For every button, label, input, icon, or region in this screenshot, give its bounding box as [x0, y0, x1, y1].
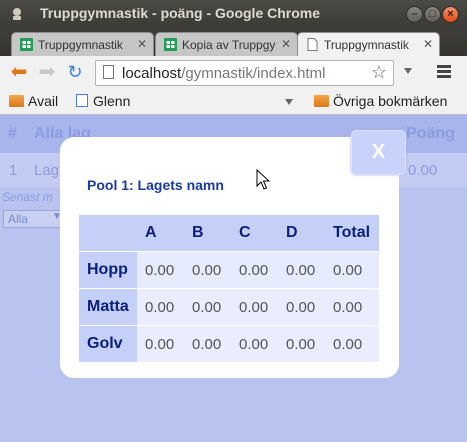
score-cell: 0.00: [278, 251, 325, 289]
col-hash: #: [8, 125, 17, 142]
total-cell: 0.00: [325, 325, 379, 362]
score-cell: 0.00: [278, 288, 325, 326]
tab-truppgymnastik-sheet[interactable]: Truppgymnastik ✕: [11, 32, 154, 57]
filter-select[interactable]: Alla ▼: [3, 210, 63, 228]
page-icon: [76, 94, 88, 107]
bookmark-star-icon[interactable]: ☆: [371, 62, 387, 83]
folder-icon: [314, 95, 329, 107]
score-cell: 0.00: [184, 288, 231, 326]
tab-label: Truppgymnastik: [324, 38, 409, 52]
score-cell: 0.00: [278, 325, 325, 362]
reload-icon[interactable]: ↻: [64, 61, 86, 83]
back-icon[interactable]: ⬅: [8, 61, 30, 83]
bookmark-avail[interactable]: Avail: [9, 93, 58, 109]
address-bar[interactable]: localhost/gymnastik/index.html ☆: [95, 60, 394, 86]
total-cell: 0.00: [325, 288, 379, 326]
bookmark-glenn[interactable]: Glenn: [76, 93, 130, 109]
window-titlebar: Truppgymnastik - poäng - Google Chrome –…: [0, 0, 467, 28]
forward-icon[interactable]: ➡: [36, 61, 58, 83]
score-cell: 0.00: [231, 251, 278, 289]
browser-toolbar: ⬅ ➡ ↻ localhost/gymnastik/index.html ☆: [0, 56, 467, 89]
folder-icon: [9, 95, 24, 107]
mouse-cursor-icon: [256, 169, 270, 190]
row-label-hopp: Hopp: [79, 251, 137, 289]
close-modal-button[interactable]: X: [351, 130, 406, 175]
page-icon: [103, 65, 114, 79]
sheets-icon: [164, 38, 177, 51]
tab-label: Kopia av Truppgy: [182, 38, 276, 52]
score-cell: 0.00: [184, 325, 231, 362]
score-cell: 0.00: [137, 325, 184, 362]
score-cell: 0.00: [137, 288, 184, 326]
chevron-down-icon[interactable]: [285, 99, 293, 105]
bookmark-other[interactable]: Övriga bokmärken: [314, 93, 447, 109]
close-window-button[interactable]: ×: [442, 6, 459, 23]
close-tab-icon[interactable]: ✕: [137, 37, 147, 51]
row-team: Lag: [34, 162, 60, 179]
tab-strip: Truppgymnastik ✕ Kopia av Truppgy ✕ Trup…: [0, 28, 467, 78]
page-icon: [307, 38, 318, 51]
minimize-button[interactable]: –: [406, 6, 423, 23]
modal-title: Pool 1: Lagets namn: [87, 177, 224, 193]
header-corner: [79, 215, 137, 252]
bookmarks-bar: Avail Glenn Övriga bokmärken: [0, 88, 467, 115]
sheets-icon: [20, 38, 33, 51]
window-title: Truppgymnastik - poäng - Google Chrome: [40, 5, 321, 21]
table-row: Matta 0.00 0.00 0.00 0.00 0.00: [79, 288, 379, 326]
score-table-header: A B C D Total: [79, 215, 379, 252]
header-total: Total: [325, 215, 379, 252]
tab-truppgymnastik-active[interactable]: Truppgymnastik ✕: [297, 32, 440, 58]
last-updated: Senast m: [2, 190, 53, 204]
menu-icon[interactable]: [437, 65, 451, 79]
header-b: B: [184, 215, 231, 252]
total-cell: 0.00: [325, 251, 379, 289]
score-cell: 0.00: [137, 251, 184, 289]
table-row: Golv 0.00 0.00 0.00 0.00 0.00: [79, 325, 379, 362]
row-label-golv: Golv: [79, 325, 137, 362]
row-points: 0.00: [408, 162, 438, 179]
col-points: Poäng: [406, 125, 455, 142]
row-number: 1: [9, 162, 18, 179]
close-tab-icon[interactable]: ✕: [281, 37, 291, 51]
url-text: localhost/gymnastik/index.html: [122, 65, 326, 82]
app-icon: [13, 8, 21, 20]
header-c: C: [231, 215, 278, 252]
score-cell: 0.00: [231, 288, 278, 326]
maximize-button[interactable]: □: [424, 6, 441, 23]
tab-label: Truppgymnastik: [38, 38, 123, 52]
header-d: D: [278, 215, 325, 252]
row-label-matta: Matta: [79, 288, 137, 326]
tab-kopia[interactable]: Kopia av Truppgy ✕: [155, 32, 298, 57]
score-cell: 0.00: [184, 251, 231, 289]
header-a: A: [137, 215, 184, 252]
chevron-down-icon[interactable]: [404, 68, 412, 74]
score-cell: 0.00: [231, 325, 278, 362]
close-tab-icon[interactable]: ✕: [423, 37, 433, 51]
score-table: A B C D Total Hopp 0.00 0.00 0.00 0.00 0…: [79, 215, 379, 362]
table-row: Hopp 0.00 0.00 0.00 0.00 0.00: [79, 251, 379, 289]
